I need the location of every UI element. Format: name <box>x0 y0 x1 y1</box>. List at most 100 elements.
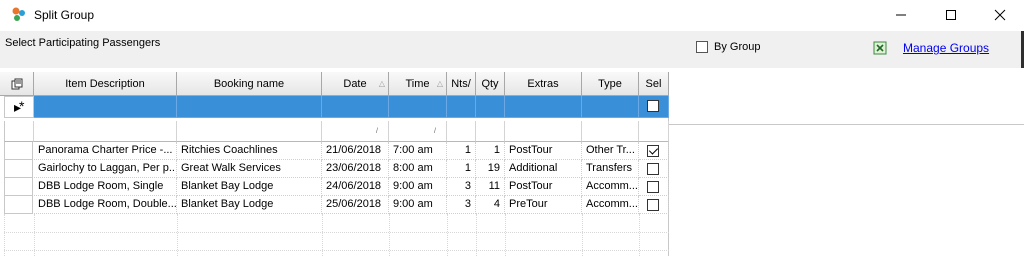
new-row-sel-cell[interactable] <box>639 96 669 118</box>
empty-column-line <box>447 214 448 256</box>
cell-type[interactable]: Transfers <box>582 160 639 178</box>
empty-row-line <box>4 232 669 233</box>
col-header-booking-name[interactable]: Booking name <box>177 72 322 96</box>
cell-extras[interactable]: Additional <box>505 160 582 178</box>
cell-date[interactable]: 23/06/2018 <box>322 160 389 178</box>
cell-booking-name[interactable]: Great Walk Services <box>177 160 322 178</box>
grid-corner-button[interactable] <box>0 72 34 96</box>
empty-column-line <box>582 214 583 256</box>
select-passengers-label: Select Participating Passengers <box>5 37 161 49</box>
cell-qty[interactable]: 1 <box>476 142 505 160</box>
row-header[interactable] <box>4 142 33 160</box>
column-chooser-icon <box>11 78 22 89</box>
cell-nts[interactable]: 1 <box>447 160 476 178</box>
col-header-extras[interactable]: Extras <box>505 72 582 96</box>
sel-checkbox[interactable] <box>647 145 659 157</box>
col-header-label: Qty <box>481 77 499 90</box>
cell-time[interactable]: 8:00 am <box>389 160 447 178</box>
col-header-date[interactable]: Date △ <box>322 72 389 96</box>
cell-sel[interactable] <box>639 196 669 214</box>
cell-item-description[interactable]: Panorama Charter Price -... <box>34 142 177 160</box>
window-title: Split Group <box>34 8 95 22</box>
filter-extras[interactable] <box>505 121 582 142</box>
cell-type[interactable]: Other Tr... <box>582 142 639 160</box>
by-group-label: By Group <box>714 41 761 53</box>
close-button[interactable] <box>977 0 1023 30</box>
new-row-cell[interactable] <box>177 96 322 118</box>
filter-qty[interactable] <box>476 121 505 142</box>
cell-time[interactable]: 9:00 am <box>389 196 447 214</box>
new-row-header[interactable]: ▸ * <box>4 96 34 118</box>
new-row-cell[interactable] <box>505 96 582 118</box>
col-header-item-description[interactable]: Item Description <box>34 72 177 96</box>
cell-date[interactable]: 24/06/2018 <box>322 178 389 196</box>
cell-time[interactable]: 9:00 am <box>389 178 447 196</box>
col-header-type[interactable]: Type <box>582 72 639 96</box>
empty-column-line <box>639 214 640 256</box>
filter-item-description[interactable] <box>34 121 177 142</box>
filter-date[interactable]: / <box>322 121 389 142</box>
cell-extras[interactable]: PreTour <box>505 196 582 214</box>
new-row-cell[interactable] <box>322 96 389 118</box>
cell-item-description[interactable]: DBB Lodge Room, Double... <box>34 196 177 214</box>
col-header-sel[interactable]: Sel <box>639 72 669 96</box>
new-row-sel-checkbox[interactable] <box>647 100 659 112</box>
row-header[interactable] <box>4 196 33 214</box>
excel-icon[interactable] <box>873 41 887 55</box>
new-row-cell[interactable] <box>447 96 476 118</box>
filter-type[interactable] <box>582 121 639 142</box>
manage-groups-link[interactable]: Manage Groups <box>903 41 989 55</box>
cell-type[interactable]: Accomm... <box>582 178 639 196</box>
cell-nts[interactable]: 3 <box>447 196 476 214</box>
filter-nts[interactable] <box>447 121 476 142</box>
new-row-cell[interactable] <box>582 96 639 118</box>
col-header-label: Item Description <box>65 77 145 90</box>
by-group-checkbox[interactable] <box>696 41 708 53</box>
minimize-button[interactable] <box>878 0 924 30</box>
app-logo-icon <box>12 7 25 21</box>
empty-column-line <box>322 214 323 256</box>
empty-column-line <box>476 214 477 256</box>
filter-sel[interactable] <box>639 121 669 142</box>
cell-qty[interactable]: 11 <box>476 178 505 196</box>
minimize-icon <box>896 14 906 16</box>
cell-item-description[interactable]: Gairlochy to Laggan, Per p... <box>34 160 177 178</box>
sel-checkbox[interactable] <box>647 199 659 211</box>
sel-checkbox[interactable] <box>647 181 659 193</box>
cell-nts[interactable]: 1 <box>447 142 476 160</box>
col-header-time[interactable]: Time △ <box>389 72 447 96</box>
filter-booking-name[interactable] <box>177 121 322 142</box>
cell-time[interactable]: 7:00 am <box>389 142 447 160</box>
new-row-cell[interactable] <box>389 96 447 118</box>
cell-extras[interactable]: PostTour <box>505 178 582 196</box>
cell-booking-name[interactable]: Ritchies Coachlines <box>177 142 322 160</box>
passenger-grid: Item Description Booking name Date △ Time… <box>0 72 669 256</box>
col-header-nts[interactable]: Nts/ <box>447 72 476 96</box>
cell-date[interactable]: 25/06/2018 <box>322 196 389 214</box>
col-header-label: Nts/ <box>451 77 471 90</box>
new-row-cell[interactable] <box>476 96 505 118</box>
cell-booking-name[interactable]: Blanket Bay Lodge <box>177 196 322 214</box>
new-row-cell[interactable] <box>34 96 177 118</box>
cell-nts[interactable]: 3 <box>447 178 476 196</box>
maximize-button[interactable] <box>928 0 974 30</box>
sort-arrow-icon: △ <box>378 79 385 88</box>
cell-booking-name[interactable]: Blanket Bay Lodge <box>177 178 322 196</box>
cell-date[interactable]: 21/06/2018 <box>322 142 389 160</box>
empty-column-line <box>4 214 5 256</box>
cell-extras[interactable]: PostTour <box>505 142 582 160</box>
col-header-qty[interactable]: Qty <box>476 72 505 96</box>
panel-divider <box>669 124 1024 125</box>
cell-sel[interactable] <box>639 142 669 160</box>
cell-type[interactable]: Accomm... <box>582 196 639 214</box>
row-header[interactable] <box>4 178 33 196</box>
filter-icon: / <box>434 128 436 135</box>
cell-sel[interactable] <box>639 160 669 178</box>
cell-sel[interactable] <box>639 178 669 196</box>
sel-checkbox[interactable] <box>647 163 659 175</box>
filter-time[interactable]: / <box>389 121 447 142</box>
row-header[interactable] <box>4 160 33 178</box>
cell-item-description[interactable]: DBB Lodge Room, Single <box>34 178 177 196</box>
cell-qty[interactable]: 19 <box>476 160 505 178</box>
cell-qty[interactable]: 4 <box>476 196 505 214</box>
